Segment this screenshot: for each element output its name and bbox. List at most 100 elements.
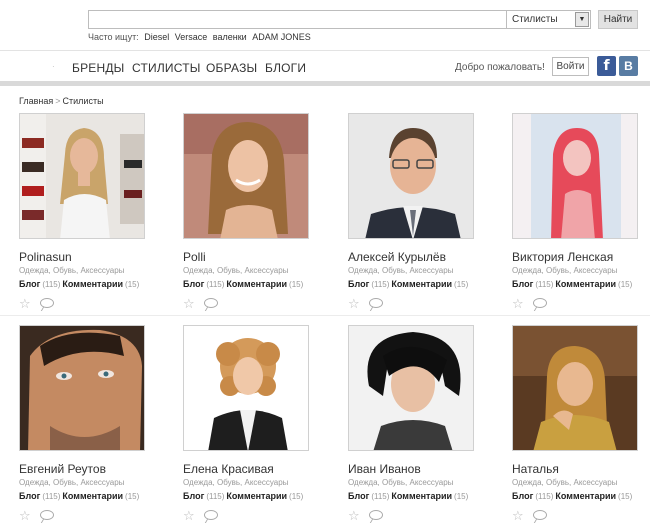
comments-count: (15) (618, 280, 633, 289)
comments-count: (15) (289, 280, 304, 289)
stylist-categories: Одежда, Обувь, Аксессуары (183, 266, 289, 275)
stylist-photo[interactable] (348, 325, 474, 451)
stylist-card: Алексей Курылёв Одежда, Обувь, Аксессуар… (348, 113, 498, 318)
comments-link[interactable]: Комментарии (226, 491, 287, 501)
blog-link[interactable]: Блог (512, 279, 533, 289)
stylist-card: Наталья Одежда, Обувь, Аксессуары Блог (1… (512, 325, 650, 529)
star-icon[interactable]: ☆ (183, 297, 195, 310)
blog-link[interactable]: Блог (19, 491, 40, 501)
comment-bubble-icon[interactable] (533, 510, 547, 520)
stylist-photo[interactable] (19, 113, 145, 239)
stylist-photo[interactable] (183, 325, 309, 451)
blog-count: (115) (371, 492, 390, 501)
blog-link[interactable]: Блог (183, 491, 204, 501)
comments-count: (15) (618, 492, 633, 501)
stylist-categories: Одежда, Обувь, Аксессуары (19, 478, 125, 487)
comments-link[interactable]: Комментарии (555, 279, 616, 289)
stylist-name[interactable]: Наталья (512, 462, 559, 476)
breadcrumb: Главная > Стилисты (19, 96, 104, 106)
nav-item-stylists[interactable]: СТИЛИСТЫ (132, 61, 201, 75)
comment-bubble-icon[interactable] (204, 510, 218, 520)
stylist-categories: Одежда, Обувь, Аксессуары (183, 478, 289, 487)
comments-count: (15) (125, 492, 140, 501)
comments-link[interactable]: Комментарии (62, 491, 123, 501)
stylist-name[interactable]: Елена Красивая (183, 462, 274, 476)
star-icon[interactable]: ☆ (512, 509, 524, 522)
stylist-name[interactable]: Polli (183, 250, 206, 264)
stylist-links: Блог (115) Комментарии (15) (348, 491, 470, 501)
search-category-value: Стилисты (512, 14, 558, 25)
chevron-down-icon[interactable]: ▼ (575, 12, 589, 27)
search-button[interactable]: Найти (598, 10, 638, 29)
stylist-card: Polli Одежда, Обувь, Аксессуары Блог (115… (183, 113, 333, 318)
search-category-select[interactable]: Стилисты ▼ (506, 10, 591, 29)
login-button[interactable]: Войти (552, 57, 589, 76)
star-icon[interactable]: ☆ (19, 509, 31, 522)
comments-link[interactable]: Комментарии (391, 279, 452, 289)
stylist-categories: Одежда, Обувь, Аксессуары (512, 478, 618, 487)
popular-query-link[interactable]: Versace (175, 32, 208, 42)
comments-link[interactable]: Комментарии (391, 491, 452, 501)
star-icon[interactable]: ☆ (348, 509, 360, 522)
blog-link[interactable]: Блог (512, 491, 533, 501)
blog-link[interactable]: Блог (183, 279, 204, 289)
nav-bottom-bar (0, 81, 650, 86)
blog-link[interactable]: Блог (19, 279, 40, 289)
nav-item-looks[interactable]: ОБРАЗЫ (206, 61, 257, 75)
stylist-links: Блог (115) Комментарии (15) (512, 491, 634, 501)
stylist-name[interactable]: Иван Иванов (348, 462, 421, 476)
comments-count: (15) (125, 280, 140, 289)
blog-count: (115) (42, 280, 61, 289)
blog-count: (115) (535, 280, 554, 289)
star-icon[interactable]: ☆ (512, 297, 524, 310)
nav-item-brands[interactable]: БРЕНДЫ (72, 61, 125, 75)
stylist-photo[interactable] (183, 113, 309, 239)
stylist-card: Polinasun Одежда, Обувь, Аксессуары Блог… (19, 113, 169, 318)
comments-link[interactable]: Комментарии (555, 491, 616, 501)
comment-bubble-icon[interactable] (40, 298, 54, 308)
popular-query-link[interactable]: валенки (213, 32, 247, 42)
stylist-card: Евгений Реутов Одежда, Обувь, Аксессуары… (19, 325, 169, 529)
search-input[interactable] (88, 10, 507, 29)
stylist-categories: Одежда, Обувь, Аксессуары (348, 478, 454, 487)
stylist-photo[interactable] (512, 325, 638, 451)
stylist-photo[interactable] (348, 113, 474, 239)
stylist-categories: Одежда, Обувь, Аксессуары (19, 266, 125, 275)
comments-count: (15) (454, 280, 469, 289)
star-icon[interactable]: ☆ (183, 509, 195, 522)
breadcrumb-home[interactable]: Главная (19, 96, 53, 106)
stylist-categories: Одежда, Обувь, Аксессуары (512, 266, 618, 275)
blog-count: (115) (371, 280, 390, 289)
comments-link[interactable]: Комментарии (62, 279, 123, 289)
stylist-name[interactable]: Евгений Реутов (19, 462, 106, 476)
comment-bubble-icon[interactable] (369, 510, 383, 520)
popular-query-link[interactable]: Diesel (144, 32, 169, 42)
stylist-card: Елена Красивая Одежда, Обувь, Аксессуары… (183, 325, 333, 529)
comment-bubble-icon[interactable] (40, 510, 54, 520)
facebook-icon[interactable]: f (597, 56, 616, 76)
comment-bubble-icon[interactable] (369, 298, 383, 308)
stylist-name[interactable]: Алексей Курылёв (348, 250, 446, 264)
comments-link[interactable]: Комментарии (226, 279, 287, 289)
comment-bubble-icon[interactable] (204, 298, 218, 308)
vkontakte-icon[interactable]: B (619, 56, 638, 76)
star-icon[interactable]: ☆ (19, 297, 31, 310)
blog-count: (115) (206, 280, 225, 289)
stylist-photo[interactable] (19, 325, 145, 451)
main-nav: · БРЕНДЫ СТИЛИСТЫ ОБРАЗЫ БЛОГИ Добро пож… (0, 51, 650, 81)
stylist-name[interactable]: Виктория Ленская (512, 250, 613, 264)
blog-count: (115) (42, 492, 61, 501)
stylist-links: Блог (115) Комментарии (15) (348, 279, 470, 289)
star-icon[interactable]: ☆ (348, 297, 360, 310)
blog-link[interactable]: Блог (348, 491, 369, 501)
stylist-links: Блог (115) Комментарии (15) (19, 491, 141, 501)
row-divider (0, 315, 650, 316)
nav-item-blogs[interactable]: БЛОГИ (265, 61, 306, 75)
comment-bubble-icon[interactable] (533, 298, 547, 308)
stylist-links: Блог (115) Комментарии (15) (183, 491, 305, 501)
blog-link[interactable]: Блог (348, 279, 369, 289)
stylist-name[interactable]: Polinasun (19, 250, 72, 264)
stylist-photo[interactable] (512, 113, 638, 239)
blog-count: (115) (535, 492, 554, 501)
popular-query-link[interactable]: ADAM JONES (252, 32, 311, 42)
